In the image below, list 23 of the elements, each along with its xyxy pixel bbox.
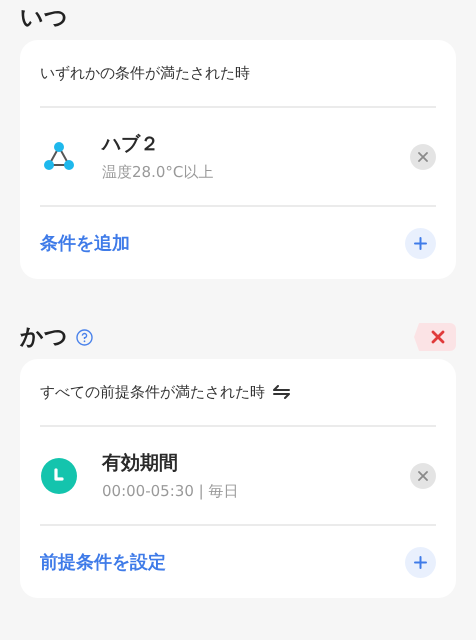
add-button[interactable] [405,546,436,578]
plus-icon [414,236,427,250]
condition-detail: 00:00-05:30 | 毎日 [102,481,238,502]
condition-mode-text: いずれかの条件が満たされた時 [40,62,250,84]
close-icon [418,152,428,162]
condition-mode-text: すべての前提条件が満たされた時 [40,382,265,403]
add-condition-link[interactable]: 前提条件を設定 [40,548,166,576]
help-icon[interactable] [76,328,93,346]
condition-name: 有効期間 [102,450,179,476]
close-icon [431,330,445,344]
add-button[interactable] [405,228,436,258]
remove-button[interactable] [410,144,436,170]
plus-icon [414,556,427,568]
section-title: かつ [20,322,68,352]
delete-button[interactable] [414,323,456,351]
condition-name: ハブ２ [102,132,160,156]
add-condition-link[interactable]: 条件を追加 [40,230,130,256]
clock-icon [40,456,78,494]
swap-icon[interactable] [273,385,290,399]
section-title: いつ [20,4,68,33]
condition-detail: 温度28.0°C以上 [102,162,214,183]
remove-button[interactable] [410,462,436,488]
close-icon [418,470,428,480]
